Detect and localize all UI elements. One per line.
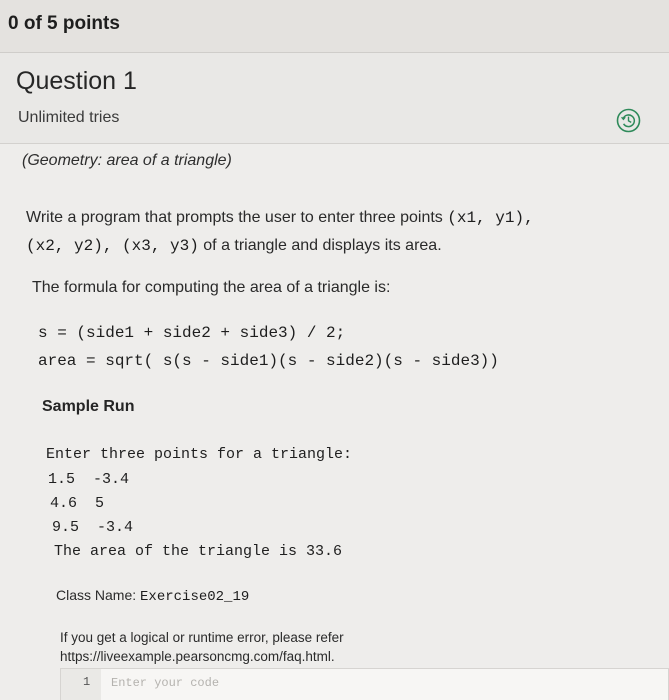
question-body: (Geometry: area of a triangle) Write a p… xyxy=(0,144,669,700)
history-icon[interactable] xyxy=(616,108,641,133)
desc-text-2: of a triangle and displays its area. xyxy=(198,237,442,254)
editor-gutter: 1 xyxy=(61,669,101,700)
desc-text-1: Write a program that prompts the user to… xyxy=(26,209,448,226)
question-card: Question 1 Unlimited tries (Geometry: ar… xyxy=(0,52,669,700)
desc-code-2: (x2, y2), (x3, y3) xyxy=(26,237,199,255)
sample-input-1: 1.5 -3.4 xyxy=(48,471,130,488)
question-header: Question 1 Unlimited tries xyxy=(0,53,669,143)
page: 0 of 5 points Question 1 Unlimited tries… xyxy=(0,0,669,700)
formula-intro: The formula for computing the area of a … xyxy=(32,279,391,296)
class-name-value: Exercise02_19 xyxy=(140,589,250,605)
sample-prompt: Enter three points for a triangle: xyxy=(46,446,353,463)
sample-input-2: 4.6 5 xyxy=(50,495,105,512)
code-input[interactable] xyxy=(111,673,651,693)
error-note: If you get a logical or runtime error, p… xyxy=(60,628,460,666)
tries-label: Unlimited tries xyxy=(18,109,120,126)
sample-run-title: Sample Run xyxy=(42,398,135,415)
desc-code-1: (x1, y1), xyxy=(447,209,534,227)
formula-line-s: s = (side1 + side2 + side3) / 2; xyxy=(38,324,346,342)
sample-input-3: 9.5 -3.4 xyxy=(52,519,134,536)
sample-result: The area of the triangle is 33.6 xyxy=(54,543,343,560)
formula-line-area: area = sqrt( s(s - side1)(s - side2)(s -… xyxy=(38,352,499,370)
class-name-label: Class Name: xyxy=(56,587,141,603)
faq-link[interactable]: https://liveexample.pearsoncmg.com/faq.h… xyxy=(60,647,460,666)
score-label: 0 of 5 points xyxy=(8,13,120,34)
question-title: Question 1 xyxy=(16,67,137,95)
problem-subtitle: (Geometry: area of a triangle) xyxy=(22,152,232,169)
error-note-line-1: If you get a logical or runtime error, p… xyxy=(60,630,344,645)
line-number: 1 xyxy=(83,675,91,689)
problem-description: Write a program that prompts the user to… xyxy=(26,204,636,260)
class-name: Class Name: Exercise02_19 xyxy=(56,587,249,605)
code-editor[interactable]: 1 xyxy=(60,668,669,700)
